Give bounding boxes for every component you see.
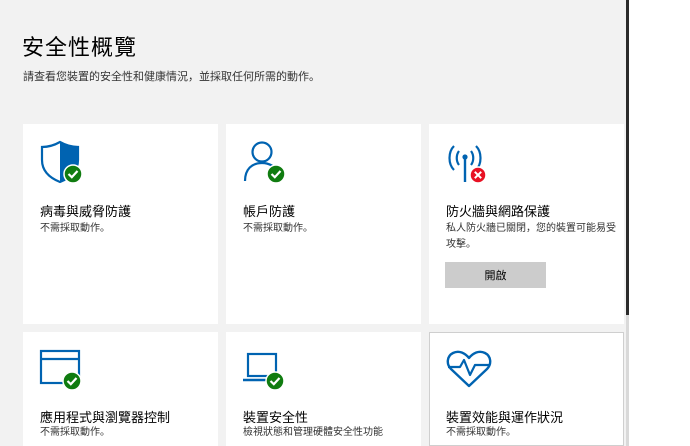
error-badge-icon — [469, 166, 487, 184]
page-subtitle: 請查看您裝置的安全性和健康情況，並採取任何所需的動作。 — [23, 70, 320, 83]
page-title: 安全性概覽 — [22, 36, 138, 61]
tile-title: 應用程式與瀏覽器控制 — [40, 411, 171, 426]
tile-status: 不需採取動作。 — [40, 427, 110, 438]
turn-on-button[interactable]: 開啟 — [445, 262, 546, 288]
checkmark-badge-icon — [62, 371, 82, 391]
tile-firewall-network-protection[interactable]: 防火牆與網路保護 私人防火牆已關閉，您的裝置可能易受攻擊。 開啟 — [429, 124, 624, 324]
person-icon — [243, 141, 286, 184]
tile-app-browser-control[interactable]: 應用程式與瀏覽器控制 不需採取動作。 — [23, 332, 218, 446]
tile-status: 私人防火牆已關閉，您的裝置可能易受攻擊。 — [446, 223, 616, 250]
tile-account-protection[interactable]: 帳戶防護 不需採取動作。 — [226, 124, 421, 324]
tile-status: 檢視狀態和管理硬體安全性功能 — [243, 427, 383, 438]
tile-device-security[interactable]: 裝置安全性 檢視狀態和管理硬體安全性功能 — [226, 332, 421, 446]
browser-window-icon — [39, 349, 82, 391]
checkmark-badge-icon — [265, 371, 285, 391]
tile-title: 帳戶防護 — [243, 205, 296, 220]
tile-status: 不需採取動作。 — [243, 223, 313, 234]
tile-device-performance-health[interactable]: 裝置效能與運作狀況 不需採取動作。 — [429, 332, 624, 446]
tile-status: 不需採取動作。 — [40, 223, 110, 234]
laptop-icon — [243, 352, 285, 391]
shield-icon — [40, 140, 83, 184]
antenna-icon — [448, 145, 487, 184]
tile-title: 病毒與威脅防護 — [40, 205, 132, 220]
checkmark-badge-icon — [266, 164, 286, 184]
tile-title: 裝置效能與運作狀況 — [446, 411, 564, 426]
window-edge — [629, 0, 690, 446]
tile-title: 裝置安全性 — [243, 411, 309, 426]
tile-title: 防火牆與網路保護 — [446, 205, 551, 220]
heart-icon — [446, 350, 492, 388]
tile-status: 不需採取動作。 — [446, 427, 516, 438]
checkmark-badge-icon — [63, 164, 83, 184]
tile-virus-threat-protection[interactable]: 病毒與威脅防護 不需採取動作。 — [23, 124, 218, 324]
